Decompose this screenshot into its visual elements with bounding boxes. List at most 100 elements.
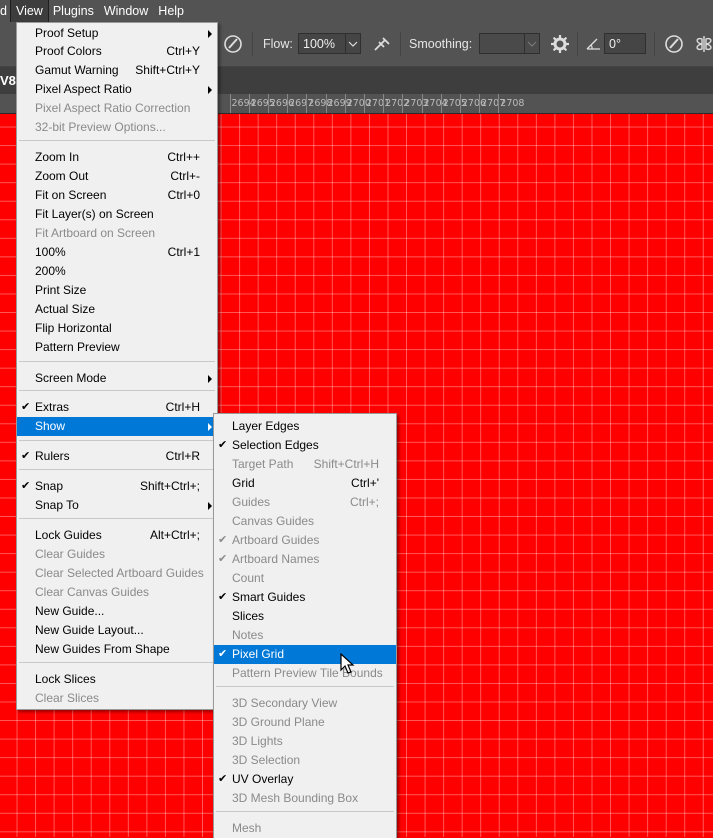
- flow-dropdown[interactable]: [345, 33, 361, 54]
- checkmark-icon: ✔: [218, 534, 228, 546]
- menu-item-shortcut: Ctrl+': [351, 476, 379, 490]
- ruler-tick: [267, 94, 269, 113]
- menu-item-shortcut: Ctrl+Y: [166, 44, 200, 58]
- menu-item-snap[interactable]: ✔ Snap Shift+Ctrl+;: [17, 477, 217, 496]
- menu-item-label: Print Size: [35, 283, 87, 297]
- menu-item-label: Pattern Preview: [35, 340, 120, 354]
- menu-item-fit-on-screen[interactable]: Fit on Screen Ctrl+0: [17, 186, 217, 205]
- menu-item-shortcut: Ctrl+;: [349, 495, 379, 509]
- ruler-tick: [421, 94, 423, 113]
- menu-item-new-guide[interactable]: New Guide...: [17, 602, 217, 621]
- smoothing-dropdown[interactable]: [524, 33, 540, 54]
- menu-item-label: 3D Selection: [232, 753, 301, 767]
- menu-item-rulers[interactable]: ✔ Rulers Ctrl+R: [17, 447, 217, 466]
- menu-item-gamut-warning[interactable]: Gamut Warning Shift+Ctrl+Y: [17, 61, 217, 80]
- angle-icon: [586, 38, 600, 50]
- menu-item-label: Clear Canvas Guides: [35, 585, 150, 599]
- pressure-size-icon[interactable]: [663, 33, 685, 55]
- menu-item-smart-guides[interactable]: ✔ Smart Guides: [214, 588, 396, 607]
- ruler-tick: [459, 94, 461, 113]
- menu-separator: [19, 140, 215, 141]
- menu-item-label: Pixel Aspect Ratio Correction: [35, 101, 191, 115]
- menu-item-zoom-in[interactable]: Zoom In Ctrl++: [17, 148, 217, 167]
- flow-label: Flow:: [263, 37, 293, 51]
- menu-item-32-bit-preview-options: 32-bit Preview Options...: [17, 118, 217, 137]
- menu-item-uv-overlay[interactable]: ✔ UV Overlay: [214, 770, 396, 789]
- submenu-arrow-icon: [208, 30, 212, 38]
- menu-separator: [19, 361, 215, 362]
- menu-item-shortcut: Ctrl+H: [165, 400, 200, 414]
- menu-item-label: Actual Size: [35, 302, 96, 316]
- menu-item-fit-layer-s-on-screen[interactable]: Fit Layer(s) on Screen: [17, 205, 217, 224]
- menu-item-200[interactable]: 200%: [17, 262, 217, 281]
- document-tab-title[interactable]: V8: [0, 67, 16, 94]
- menu-item-pattern-preview[interactable]: Pattern Preview: [17, 338, 217, 357]
- menu-item-label: Lock Slices: [35, 672, 96, 686]
- menu-item-label: 3D Mesh Bounding Box: [232, 791, 359, 805]
- smoothing-field[interactable]: [479, 33, 525, 54]
- menu-plugins[interactable]: Plugins: [48, 0, 99, 22]
- menu-item-slices[interactable]: Slices: [214, 607, 396, 626]
- menu-item-count: Count: [214, 569, 396, 588]
- menu-item-shortcut: Ctrl+R: [165, 449, 200, 463]
- menu-item-label: Gamut Warning: [35, 63, 119, 77]
- gear-icon[interactable]: [549, 33, 571, 55]
- symmetry-icon[interactable]: [693, 33, 713, 55]
- menu-item-screen-mode[interactable]: Screen Mode: [17, 369, 217, 388]
- menu-item-label: Count: [232, 571, 265, 585]
- menu-item-shortcut: Shift+Ctrl+;: [139, 479, 200, 493]
- ruler-tick: [440, 94, 442, 113]
- menu-item-new-guides-from-shape[interactable]: New Guides From Shape: [17, 640, 217, 659]
- flow-field[interactable]: 100%: [298, 33, 346, 54]
- menu-separator: [216, 686, 394, 687]
- menu-item-pixel-aspect-ratio[interactable]: Pixel Aspect Ratio: [17, 80, 217, 99]
- ruler-tick: [402, 94, 404, 113]
- menu-item-actual-size[interactable]: Actual Size: [17, 300, 217, 319]
- menu-item-proof-colors[interactable]: Proof Colors Ctrl+Y: [17, 42, 217, 61]
- menu-item-pixel-grid[interactable]: ✔ Pixel Grid: [214, 645, 396, 664]
- menu-item-layer-edges[interactable]: Layer Edges: [214, 417, 396, 436]
- menu-item-label: Clear Slices: [35, 691, 100, 705]
- menu-item-100[interactable]: 100% Ctrl+1: [17, 243, 217, 262]
- view-menu: Proof Setup Proof Colors Ctrl+Y Gamut Warni…: [16, 22, 218, 710]
- menu-separator: [19, 469, 215, 470]
- airbrush-icon[interactable]: [371, 33, 393, 55]
- menu-item-label: Selection Edges: [232, 438, 319, 452]
- menu-item-print-size[interactable]: Print Size: [17, 281, 217, 300]
- menu-item-label: New Guide Layout...: [35, 623, 144, 637]
- menu-item-new-guide-layout[interactable]: New Guide Layout...: [17, 621, 217, 640]
- menu-item-target-path: Target Path Shift+Ctrl+H: [214, 455, 396, 474]
- menu-partial[interactable]: d: [0, 0, 11, 22]
- menu-item-artboard-guides: ✔ Artboard Guides: [214, 531, 396, 550]
- menu-item-extras[interactable]: ✔ Extras Ctrl+H: [17, 398, 217, 417]
- menu-separator: [19, 440, 215, 441]
- submenu-arrow-icon: [208, 423, 212, 431]
- menu-item-clear-canvas-guides: Clear Canvas Guides: [17, 583, 217, 602]
- menu-bar: d View Plugins Window Help: [0, 0, 713, 23]
- menu-item-lock-slices[interactable]: Lock Slices: [17, 670, 217, 689]
- menu-help[interactable]: Help: [153, 0, 189, 22]
- menu-item-label: Pixel Aspect Ratio: [35, 82, 132, 96]
- menu-item-zoom-out[interactable]: Zoom Out Ctrl+-: [17, 167, 217, 186]
- menu-item-label: UV Overlay: [232, 772, 294, 786]
- submenu-arrow-icon: [208, 502, 212, 510]
- menu-item-3d-selection: 3D Selection: [214, 751, 396, 770]
- checkmark-icon: ✔: [218, 648, 228, 660]
- angle-field[interactable]: 0°: [604, 33, 646, 54]
- menu-item-lock-guides[interactable]: Lock Guides Alt+Ctrl+;: [17, 526, 217, 545]
- menu-item-label: Zoom In: [35, 150, 80, 164]
- menu-item-selection-edges[interactable]: ✔ Selection Edges: [214, 436, 396, 455]
- submenu-arrow-icon: [208, 86, 212, 94]
- menu-item-show[interactable]: Show: [17, 417, 217, 436]
- menu-separator: [19, 518, 215, 519]
- menu-item-label: 3D Ground Plane: [232, 715, 325, 729]
- menu-item-proof-setup[interactable]: Proof Setup: [17, 24, 217, 43]
- menu-item-snap-to[interactable]: Snap To: [17, 496, 217, 515]
- ruler-label: 2708: [500, 98, 525, 109]
- menu-window[interactable]: Window: [99, 0, 153, 22]
- menu-view[interactable]: View: [9, 0, 49, 23]
- menu-item-label: Smart Guides: [232, 590, 306, 604]
- menu-item-flip-horizontal[interactable]: Flip Horizontal: [17, 319, 217, 338]
- pressure-opacity-icon[interactable]: [222, 33, 244, 55]
- menu-item-grid[interactable]: Grid Ctrl+': [214, 474, 396, 493]
